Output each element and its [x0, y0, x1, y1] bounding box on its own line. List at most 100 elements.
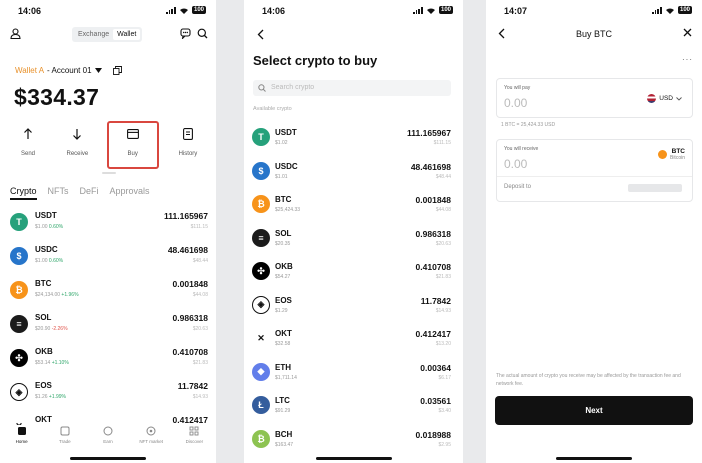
crypto-fiat: $13.20 [435, 341, 451, 347]
tab-approvals[interactable]: Approvals [110, 186, 150, 200]
asset-price: $1.00 [35, 258, 48, 264]
list-item-btc[interactable]: ₿ BTC $25,424.33 0.001848 $44.08 [244, 188, 463, 222]
crypto-selector[interactable]: BTC Bitcoin [657, 148, 685, 161]
asset-amount: 0.001848 [172, 279, 208, 289]
crypto-amount: 0.001848 [415, 195, 451, 205]
buy-button[interactable]: Buy [106, 121, 159, 169]
nav-nft-label: NFT market [139, 439, 163, 444]
asset-symbol: BTC [35, 279, 52, 288]
nav-discover[interactable]: Discover [179, 425, 209, 449]
list-item-ltc[interactable]: Ł LTC $91.29 0.03561 $3.40 [244, 389, 463, 423]
eos-icon: ◈ [252, 295, 270, 314]
document-icon [183, 128, 193, 140]
receive-value[interactable]: 0.00 [504, 157, 527, 171]
receive-label: Receive [66, 151, 89, 157]
status-bar: 14:06 100 [244, 6, 463, 20]
list-item-okt[interactable]: ✕ OKT $32.58 0.412417 $13.20 [244, 322, 463, 356]
pay-amount-field[interactable]: You will pay 0.00 USD [496, 78, 693, 118]
list-item-bch[interactable]: ₿ BCH $163.47 0.018988 $2.95 [244, 423, 463, 457]
crypto-amount: 0.018988 [415, 429, 451, 440]
segment-wallet[interactable]: Wallet [113, 29, 141, 40]
tab-crypto[interactable]: Crypto [10, 186, 37, 200]
asset-price: $24,134.00 [35, 292, 61, 298]
receive-amount-field[interactable]: You will receive 0.00 BTC Bitcoin Deposi… [496, 139, 693, 202]
bottom-navigation: Home Trade Earn NFT market Discover [0, 425, 216, 449]
exchange-wallet-switch[interactable]: Exchange Wallet [72, 27, 143, 42]
status-time: 14:06 [18, 6, 42, 16]
nav-trade[interactable]: Trade [50, 425, 80, 449]
wifi-icon [179, 7, 188, 14]
search-icon[interactable] [197, 28, 208, 39]
crypto-fiat: $2.95 [438, 441, 451, 448]
asset-price-line: $1.00 0.60% [35, 224, 63, 230]
copy-icon[interactable] [112, 66, 122, 75]
nav-earn[interactable]: Earn [93, 425, 123, 449]
page-title: Buy BTC [575, 29, 612, 39]
nav-discover-label: Discover [185, 439, 204, 444]
pay-value[interactable]: 0.00 [504, 96, 527, 110]
list-item-eth[interactable]: ◆ ETH $1,711.14 0.00364 $6.17 [244, 356, 463, 390]
user-icon[interactable] [10, 28, 21, 39]
send-button[interactable]: Send [8, 121, 48, 169]
list-item-usdt[interactable]: T USDT $1.02 111.165967 $111.15 [244, 121, 463, 155]
wallet-home-screen: 14:06 100 Exchange Wallet Wallet A - Acc… [0, 0, 216, 463]
asset-list: T USDT $1.00 0.60% 111.165967 $111.15 $ … [0, 207, 216, 445]
tab-defi[interactable]: DeFi [80, 186, 99, 200]
account-name: - Account 01 [47, 66, 92, 75]
receive-button[interactable]: Receive [57, 121, 97, 169]
asset-fiat-value: $111.15 [190, 224, 208, 230]
home-icon [17, 427, 26, 435]
crypto-price: $25,424.33 [275, 207, 301, 213]
crypto-fiat: $21.83 [435, 274, 451, 280]
fiat-currency-selector[interactable]: USD [647, 94, 682, 103]
exchange-rate: 1 BTC = 25,424.33 USD [501, 122, 556, 128]
close-icon[interactable] [683, 28, 692, 37]
chevron-down-icon [676, 96, 682, 101]
asset-row-usdc[interactable]: $ USDC $1.00 0.60% 48.461698 $48.44 [0, 241, 216, 275]
asset-row-btc[interactable]: ₿ BTC $24,134.00 +1.96% 0.001848 $44.08 [0, 275, 216, 309]
btc-icon: ₿ [10, 281, 28, 299]
asset-row-sol[interactable]: ≡ SOL $20.90 -2.26% 0.986318 $20.63 [0, 309, 216, 343]
asset-price-line: $1.00 0.60% [35, 258, 63, 264]
asset-change: 0.60% [48, 224, 64, 230]
back-icon[interactable] [257, 29, 264, 40]
crypto-symbol: EOS [275, 295, 292, 305]
search-placeholder: Search crypto [271, 84, 315, 91]
okb-icon: ✣ [252, 262, 270, 280]
btc-icon [657, 150, 667, 159]
crypto-amount: 111.165967 [407, 128, 451, 138]
asset-fiat-value: $48.44 [192, 258, 208, 264]
crypto-price: $54.27 [275, 274, 291, 280]
tab-nfts[interactable]: NFTs [48, 186, 69, 200]
asset-row-usdt[interactable]: T USDT $1.00 0.60% 111.165967 $111.15 [0, 207, 216, 241]
history-button[interactable]: History [168, 121, 208, 169]
search-input[interactable]: Search crypto [253, 80, 451, 96]
asset-row-eos[interactable]: ◈ EOS $1.26 +1.99% 11.7842 $14.93 [0, 377, 216, 411]
more-icon[interactable]: ··· [682, 55, 693, 64]
asset-row-okb[interactable]: ✣ OKB $53.14 +1.10% 0.410708 $21.83 [0, 343, 216, 377]
nav-home[interactable]: Home [7, 425, 37, 449]
wallet-actions: Send Receive Buy History [2, 121, 214, 169]
asset-price: $53.14 [35, 360, 51, 366]
coin-symbol: BTC [671, 148, 685, 155]
list-item-eos[interactable]: ◈ EOS $1.29 11.7842 $14.93 [244, 289, 463, 323]
list-item-usdc[interactable]: $ USDC $1.01 48.461698 $48.44 [244, 155, 463, 189]
ltc-icon: Ł [252, 396, 270, 414]
asset-price-line: $20.90 -2.26% [35, 326, 68, 332]
coin-name: Bitcoin [669, 155, 685, 161]
btc-icon: ₿ [252, 195, 270, 213]
segment-exchange[interactable]: Exchange [74, 29, 113, 40]
chat-icon[interactable] [180, 28, 191, 39]
wallet-selector[interactable]: Wallet A - Account 01 [15, 66, 122, 75]
select-crypto-screen: 14:06 100 Select crypto to buy Search cr… [244, 0, 463, 463]
list-item-sol[interactable]: ≡ SOL $20.35 0.986318 $20.63 [244, 222, 463, 256]
next-button[interactable]: Next [495, 396, 693, 425]
asset-amount: 48.461698 [167, 245, 208, 255]
list-item-okb[interactable]: ✣ OKB $54.27 0.410708 $21.83 [244, 255, 463, 289]
trade-icon [60, 426, 70, 436]
asset-symbol: USDT [35, 211, 57, 220]
nav-nft-market[interactable]: NFT market [136, 425, 166, 449]
crypto-fiat: $6.17 [438, 374, 451, 381]
wallet-name: Wallet A [15, 66, 45, 75]
us-flag-icon [647, 94, 657, 103]
